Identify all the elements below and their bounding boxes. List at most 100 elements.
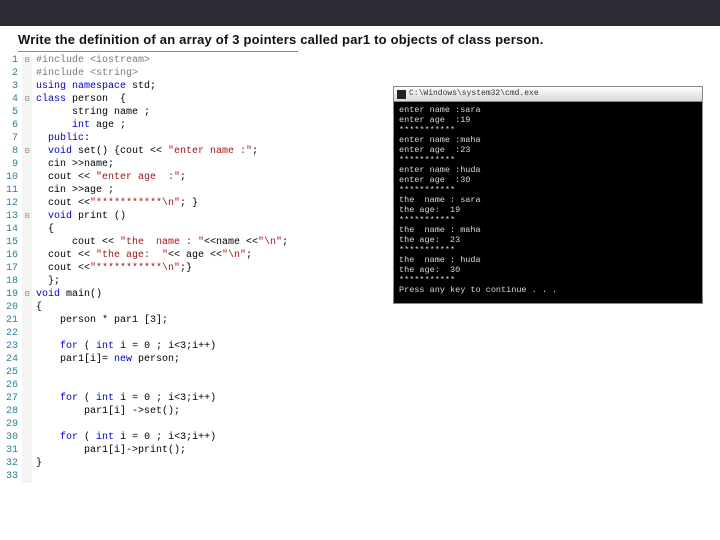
console-line: enter name :sara (399, 105, 697, 115)
line-number: 19 (0, 288, 22, 301)
console-line: enter age :19 (399, 115, 697, 125)
code-source: cin >>age ; (32, 184, 120, 197)
code-source (32, 418, 36, 431)
console-line: enter age :30 (399, 175, 697, 185)
slide-title: Write the definition of an array of 3 po… (0, 26, 720, 51)
fold-marker (22, 366, 32, 379)
fold-marker (22, 340, 32, 353)
fold-marker (22, 314, 32, 327)
line-number: 2 (0, 67, 22, 80)
line-number: 4 (0, 93, 22, 106)
code-line: 20 { (0, 301, 370, 314)
fold-marker (22, 119, 32, 132)
slide-header-bar (0, 0, 720, 26)
console-line: the age: 19 (399, 205, 697, 215)
code-source: cout <<"***********\n"; } (32, 197, 198, 210)
code-source (32, 470, 36, 483)
code-line: 24 par1[i]= new person; (0, 353, 370, 366)
code-source: } (32, 457, 42, 470)
cmd-icon (397, 90, 406, 99)
code-line: 23 for ( int i = 0 ; i<3;i++) (0, 340, 370, 353)
fold-marker (22, 457, 32, 470)
code-source: int age ; (32, 119, 126, 132)
console-line: enter name :huda (399, 165, 697, 175)
code-line: 15 cout << "the name : "<<name <<"\n"; (0, 236, 370, 249)
code-source: cin >>name; (32, 158, 114, 171)
fold-marker (22, 470, 32, 483)
code-line: 4⊟class person { (0, 93, 370, 106)
code-line: 12 cout <<"***********\n"; } (0, 197, 370, 210)
line-number: 11 (0, 184, 22, 197)
code-source: par1[i]= new person; (32, 353, 180, 366)
code-line: 32} (0, 457, 370, 470)
code-source (32, 366, 36, 379)
code-line: 9 cin >>name; (0, 158, 370, 171)
fold-marker: ⊟ (22, 93, 32, 106)
code-source: for ( int i = 0 ; i<3;i++) (32, 340, 216, 353)
code-source (32, 379, 36, 392)
code-line: 26 (0, 379, 370, 392)
line-number: 27 (0, 392, 22, 405)
fold-marker (22, 431, 32, 444)
line-number: 17 (0, 262, 22, 275)
code-line: 10 cout << "enter age :"; (0, 171, 370, 184)
fold-marker (22, 418, 32, 431)
line-number: 7 (0, 132, 22, 145)
console-line: the name : sara (399, 195, 697, 205)
line-number: 8 (0, 145, 22, 158)
code-line: 14 { (0, 223, 370, 236)
line-number: 20 (0, 301, 22, 314)
line-number: 21 (0, 314, 22, 327)
line-number: 24 (0, 353, 22, 366)
fold-marker (22, 353, 32, 366)
line-number: 12 (0, 197, 22, 210)
code-line: 1⊟#include <iostream> (0, 54, 370, 67)
fold-marker (22, 158, 32, 171)
fold-marker: ⊟ (22, 145, 32, 158)
code-source: { (32, 223, 54, 236)
line-number: 18 (0, 275, 22, 288)
line-number: 25 (0, 366, 22, 379)
fold-marker (22, 184, 32, 197)
code-line: 11 cin >>age ; (0, 184, 370, 197)
code-line: 21 person * par1 [3]; (0, 314, 370, 327)
line-number: 32 (0, 457, 22, 470)
fold-marker (22, 405, 32, 418)
code-line: 7 public: (0, 132, 370, 145)
code-line: 30 for ( int i = 0 ; i<3;i++) (0, 431, 370, 444)
code-source: string name ; (32, 106, 150, 119)
console-output: enter name :saraenter age :19***********… (394, 102, 702, 303)
code-source: { (32, 301, 42, 314)
code-line: 13⊟ void print () (0, 210, 370, 223)
code-source: void set() {cout << "enter name :"; (32, 145, 258, 158)
line-number: 13 (0, 210, 22, 223)
fold-marker (22, 171, 32, 184)
console-line: *********** (399, 125, 697, 135)
code-source: using namespace std; (32, 80, 156, 93)
code-line: 28 par1[i] ->set(); (0, 405, 370, 418)
code-source: cout <<"***********\n";} (32, 262, 192, 275)
line-number: 23 (0, 340, 22, 353)
line-number: 28 (0, 405, 22, 418)
fold-marker (22, 106, 32, 119)
code-line: 27 for ( int i = 0 ; i<3;i++) (0, 392, 370, 405)
code-line: 25 (0, 366, 370, 379)
fold-marker (22, 223, 32, 236)
code-line: 5 string name ; (0, 106, 370, 119)
console-line: *********** (399, 275, 697, 285)
code-source: void print () (32, 210, 126, 223)
code-source: for ( int i = 0 ; i<3;i++) (32, 392, 216, 405)
line-number: 31 (0, 444, 22, 457)
fold-marker: ⊟ (22, 54, 32, 67)
line-number: 5 (0, 106, 22, 119)
code-source: cout << "the age: "<< age <<"\n"; (32, 249, 252, 262)
fold-marker (22, 327, 32, 340)
code-source: class person { (32, 93, 126, 106)
code-line: 8⊟ void set() {cout << "enter name :"; (0, 145, 370, 158)
code-line: 3using namespace std; (0, 80, 370, 93)
line-number: 16 (0, 249, 22, 262)
code-line: 22 (0, 327, 370, 340)
line-number: 22 (0, 327, 22, 340)
line-number: 10 (0, 171, 22, 184)
fold-marker: ⊟ (22, 288, 32, 301)
